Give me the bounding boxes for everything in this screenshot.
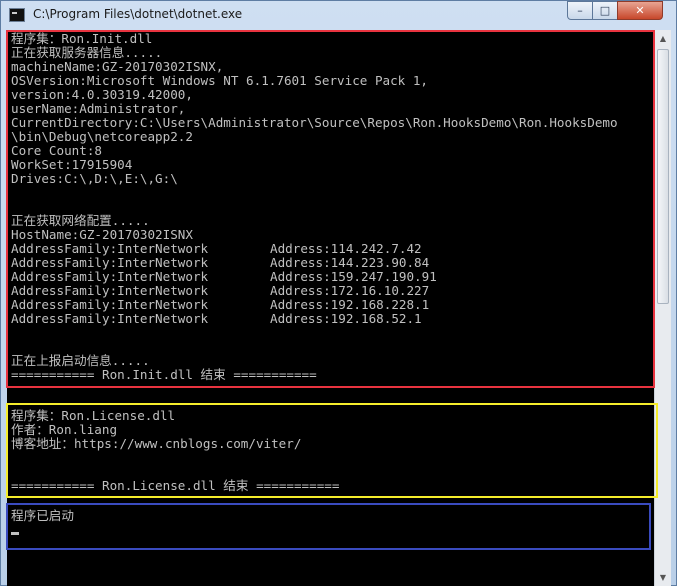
close-button[interactable]: ✕ [617, 1, 663, 20]
window-title: C:\Program Files\dotnet\dotnet.exe [33, 7, 243, 21]
scrollbar-thumb[interactable] [657, 49, 669, 304]
highlight-status-section [6, 503, 651, 550]
maximize-button[interactable]: □ [592, 1, 618, 20]
highlight-init-section [6, 30, 655, 388]
scroll-down-arrow-icon[interactable]: ▼ [655, 569, 671, 586]
highlight-license-section [6, 403, 658, 498]
title-bar[interactable]: C:\Program Files\dotnet\dotnet.exe – □ ✕ [1, 1, 676, 31]
scroll-up-arrow-icon[interactable]: ▲ [655, 30, 671, 47]
minimize-button[interactable]: – [567, 1, 593, 20]
vertical-scrollbar[interactable]: ▲ ▼ [654, 30, 671, 586]
console-app-icon[interactable] [9, 8, 25, 22]
